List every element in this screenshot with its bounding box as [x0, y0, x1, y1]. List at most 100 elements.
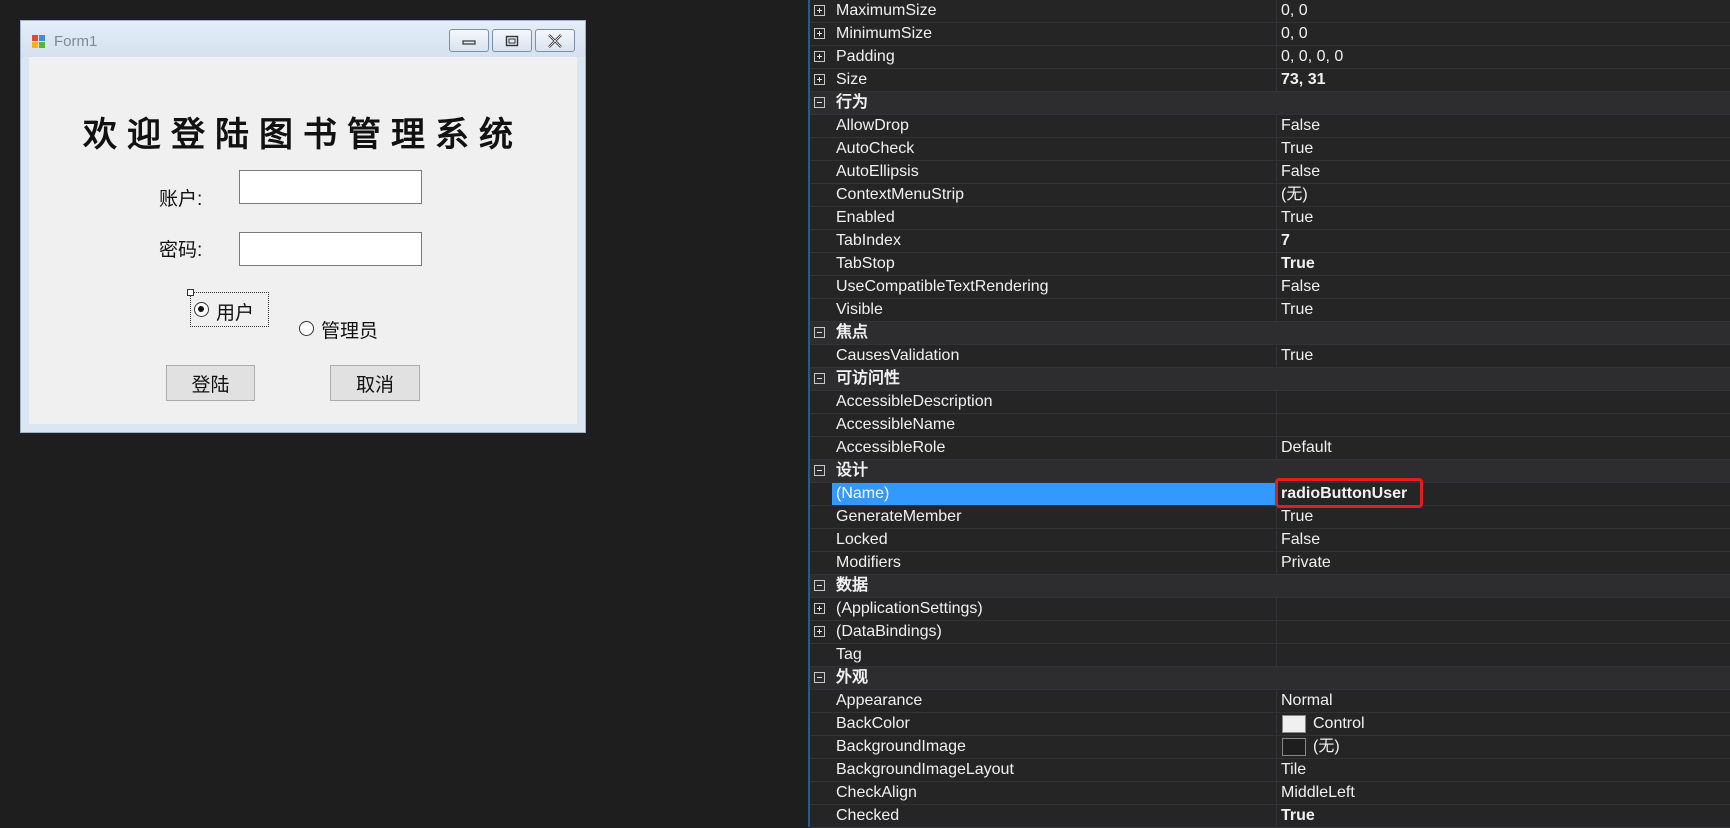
property-value[interactable]: MiddleLeft	[1276, 782, 1730, 804]
property-value[interactable]: True	[1276, 805, 1730, 827]
property-row-tabindex[interactable]: TabIndex 7	[810, 230, 1730, 253]
collapse-icon[interactable]	[814, 373, 825, 384]
collapse-icon[interactable]	[814, 97, 825, 108]
collapse-icon[interactable]	[814, 580, 825, 591]
property-value[interactable]: (无)	[1276, 184, 1730, 206]
property-row-databindings[interactable]: (DataBindings)	[810, 621, 1730, 644]
radio-user-circle[interactable]	[194, 302, 209, 317]
collapse-icon[interactable]	[814, 672, 825, 683]
property-value[interactable]: Default	[1276, 437, 1730, 459]
property-value[interactable]: 0, 0	[1276, 23, 1730, 45]
category-row[interactable]: 焦点	[810, 322, 1730, 345]
property-row-accessibledescription[interactable]: AccessibleDescription	[810, 391, 1730, 414]
property-row-visible[interactable]: Visible True	[810, 299, 1730, 322]
cancel-button[interactable]: 取消	[330, 365, 420, 401]
login-button[interactable]: 登陆	[166, 365, 255, 401]
designer-form-window[interactable]: Form1 欢迎登陆图书管理系统 账户: 密码: 用户 管理员 登陆 取消	[20, 20, 586, 433]
property-value[interactable]: True	[1276, 506, 1730, 528]
property-row-autoellipsis[interactable]: AutoEllipsis False	[810, 161, 1730, 184]
radio-user[interactable]: 用户	[187, 289, 269, 327]
property-row-backgroundimagelayout[interactable]: BackgroundImageLayout Tile	[810, 759, 1730, 782]
property-value[interactable]: False	[1276, 161, 1730, 183]
selection-handle[interactable]	[187, 289, 194, 296]
property-value[interactable]: Tile	[1276, 759, 1730, 781]
category-row[interactable]: 可访问性	[810, 368, 1730, 391]
category-row[interactable]: 行为	[810, 92, 1730, 115]
property-row-padding[interactable]: Padding 0, 0, 0, 0	[810, 46, 1730, 69]
property-value[interactable]: Normal	[1276, 690, 1730, 712]
property-value[interactable]: 7	[1276, 230, 1730, 252]
property-value[interactable]: 0, 0	[1276, 0, 1730, 22]
property-row-accessiblename[interactable]: AccessibleName	[810, 414, 1730, 437]
property-row-checkalign[interactable]: CheckAlign MiddleLeft	[810, 782, 1730, 805]
property-row-backcolor[interactable]: BackColor Control	[810, 713, 1730, 736]
account-label: 账户:	[159, 189, 203, 210]
category-row[interactable]: 外观	[810, 667, 1730, 690]
property-row-causesvalidation[interactable]: CausesValidation True	[810, 345, 1730, 368]
account-input[interactable]	[239, 170, 422, 204]
expand-icon[interactable]	[814, 28, 825, 39]
property-row-contextmenustrip[interactable]: ContextMenuStrip (无)	[810, 184, 1730, 207]
minimize-button[interactable]	[449, 29, 489, 52]
property-row-modifiers[interactable]: Modifiers Private	[810, 552, 1730, 575]
property-row-maximumsize[interactable]: MaximumSize 0, 0	[810, 0, 1730, 23]
property-row-generatemember[interactable]: GenerateMember True	[810, 506, 1730, 529]
property-row-size[interactable]: Size 73, 31	[810, 69, 1730, 92]
property-value[interactable]: True	[1276, 138, 1730, 160]
close-button[interactable]	[535, 29, 575, 52]
property-value[interactable]	[1276, 621, 1730, 643]
form-app-icon	[32, 35, 45, 48]
property-value[interactable]: True	[1276, 253, 1730, 275]
property-value[interactable]	[1276, 598, 1730, 620]
property-row-applicationsettings[interactable]: (ApplicationSettings)	[810, 598, 1730, 621]
property-value[interactable]: True	[1276, 207, 1730, 229]
property-value-text: Control	[1313, 715, 1365, 732]
property-row-accessiblerole[interactable]: AccessibleRole Default	[810, 437, 1730, 460]
property-row-checked[interactable]: Checked True	[810, 805, 1730, 828]
property-value[interactable]: 73, 31	[1276, 69, 1730, 91]
property-value[interactable]: True	[1276, 345, 1730, 367]
property-name: Appearance	[836, 692, 923, 709]
property-row-tag[interactable]: Tag	[810, 644, 1730, 667]
property-name: Locked	[836, 531, 888, 548]
property-row-locked[interactable]: Locked False	[810, 529, 1730, 552]
property-value[interactable]: (无)	[1276, 736, 1730, 758]
property-value[interactable]	[1276, 414, 1730, 436]
property-row-backgroundimage[interactable]: BackgroundImage (无)	[810, 736, 1730, 759]
expand-icon[interactable]	[814, 74, 825, 85]
property-row-allowdrop[interactable]: AllowDrop False	[810, 115, 1730, 138]
expand-icon[interactable]	[814, 626, 825, 637]
property-value[interactable]: False	[1276, 529, 1730, 551]
name-value-highlight	[1275, 478, 1423, 508]
property-name: CausesValidation	[836, 347, 960, 364]
radio-user-label: 用户	[216, 303, 255, 324]
property-name: AccessibleDescription	[836, 393, 993, 410]
collapse-icon[interactable]	[814, 465, 825, 476]
password-input[interactable]	[239, 232, 422, 266]
property-row-tabstop[interactable]: TabStop True	[810, 253, 1730, 276]
property-value[interactable]: True	[1276, 299, 1730, 321]
property-row-autocheck[interactable]: AutoCheck True	[810, 138, 1730, 161]
expand-icon[interactable]	[814, 51, 825, 62]
property-row-name[interactable]: (Name) radioButtonUser	[810, 478, 1730, 508]
property-row-enabled[interactable]: Enabled True	[810, 207, 1730, 230]
radio-admin-circle[interactable]	[299, 321, 314, 336]
property-value[interactable]: Private	[1276, 552, 1730, 574]
category-row[interactable]: 数据	[810, 575, 1730, 598]
property-value[interactable]: Control	[1276, 713, 1730, 735]
property-value[interactable]: False	[1276, 115, 1730, 137]
radio-admin-label[interactable]: 管理员	[321, 316, 378, 343]
collapse-icon[interactable]	[814, 327, 825, 338]
property-grid[interactable]: MaximumSize 0, 0 MinimumSize 0, 0 Padding 0, …	[808, 0, 1730, 828]
property-value[interactable]: 0, 0, 0, 0	[1276, 46, 1730, 68]
property-value[interactable]	[1276, 391, 1730, 413]
expand-icon[interactable]	[814, 5, 825, 16]
maximize-button[interactable]	[492, 29, 532, 52]
property-row-appearance[interactable]: Appearance Normal	[810, 690, 1730, 713]
property-value[interactable]: False	[1276, 276, 1730, 298]
expand-icon[interactable]	[814, 603, 825, 614]
property-row-minimumsize[interactable]: MinimumSize 0, 0	[810, 23, 1730, 46]
property-row-usecompatibletextrendering[interactable]: UseCompatibleTextRendering False	[810, 276, 1730, 299]
category-row[interactable]: 设计	[810, 460, 1730, 483]
property-value[interactable]	[1276, 644, 1730, 666]
